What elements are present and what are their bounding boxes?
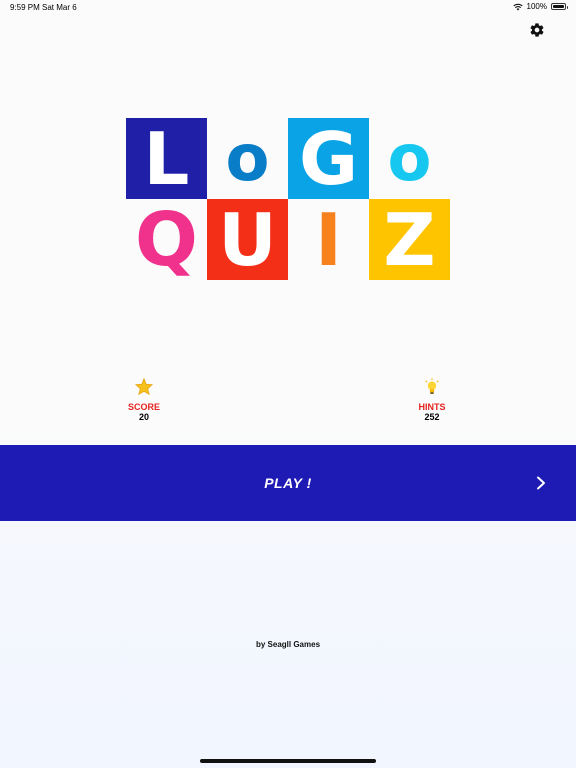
credit-text: by Seagll Games — [255, 640, 321, 649]
status-right: 100% — [512, 2, 568, 11]
score-stat: SCORE 20 — [114, 377, 174, 422]
score-value: 20 — [138, 412, 149, 422]
logo-quiz-logo: L o G o Q U I Z — [126, 118, 450, 280]
logo-tile-l: L — [126, 118, 207, 199]
status-date: Sat Mar 6 — [42, 3, 77, 12]
battery-percent: 100% — [526, 2, 547, 11]
logo-letter-z: Z — [383, 197, 436, 282]
hints-value: 252 — [424, 412, 440, 422]
logo-tile-z: Z — [369, 199, 450, 280]
logo-tile-u: U — [207, 199, 288, 280]
logo-letter-q: Q — [135, 196, 198, 283]
logo-letter-i: I — [315, 197, 342, 282]
score-label: SCORE — [127, 402, 160, 412]
logo-letter-u: U — [218, 197, 277, 282]
home-indicator[interactable] — [200, 759, 376, 763]
logo-letter-g: G — [298, 116, 359, 201]
star-icon — [134, 377, 154, 396]
play-label: PLAY ! — [264, 475, 312, 491]
wifi-icon — [512, 3, 523, 10]
play-button[interactable]: PLAY ! — [0, 445, 576, 521]
logo-letter-o2: o — [387, 121, 432, 196]
logo-letter-o1: o — [225, 121, 270, 196]
status-bar: 9:59 PM Sat Mar 6 100% — [0, 0, 576, 14]
lightbulb-icon — [425, 378, 439, 394]
hints-label: HINTS — [418, 402, 446, 412]
gear-icon[interactable] — [529, 22, 545, 38]
battery-icon — [551, 3, 568, 10]
logo-tile-g: G — [288, 118, 369, 199]
logo-letter-l: L — [143, 116, 190, 201]
status-time: 9:59 PM — [10, 3, 40, 12]
hints-stat: HINTS 252 — [402, 378, 462, 422]
chevron-right-icon — [537, 476, 545, 490]
